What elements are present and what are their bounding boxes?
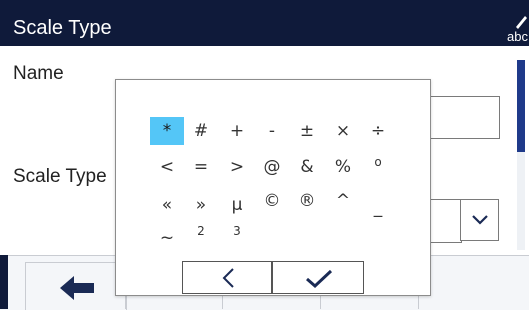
symbol-key[interactable]: o bbox=[361, 148, 395, 176]
footer-edge bbox=[0, 255, 8, 309]
chevron-down-icon bbox=[472, 215, 488, 225]
picker-back-button[interactable] bbox=[182, 261, 272, 294]
symbol-key[interactable]: 2 bbox=[184, 217, 218, 245]
pencil-icon bbox=[516, 16, 527, 29]
symbol-key[interactable]: _ bbox=[361, 194, 395, 222]
symbol-key[interactable]: = bbox=[184, 153, 218, 181]
symbol-key[interactable]: % bbox=[326, 153, 360, 181]
scale-type-label: Scale Type bbox=[13, 166, 107, 187]
symbol-key[interactable]: ^ bbox=[326, 187, 360, 215]
scrollbar-thumb[interactable] bbox=[517, 60, 525, 152]
checkmark-icon bbox=[306, 269, 333, 289]
keyboard-toggle-label: abc bbox=[507, 29, 528, 44]
symbol-key[interactable]: ± bbox=[290, 117, 324, 145]
symbol-key[interactable]: ® bbox=[290, 187, 324, 215]
symbol-key[interactable]: & bbox=[290, 153, 324, 181]
symbol-key[interactable]: * bbox=[150, 117, 184, 145]
symbol-key[interactable]: © bbox=[255, 187, 289, 215]
symbol-key[interactable]: « bbox=[150, 191, 184, 219]
symbol-key[interactable]: µ bbox=[220, 191, 254, 219]
symbol-key[interactable]: × bbox=[326, 117, 360, 145]
symbol-key[interactable]: - bbox=[255, 117, 289, 145]
symbol-key[interactable]: » bbox=[184, 191, 218, 219]
scale-type-dropdown-button[interactable] bbox=[460, 199, 499, 241]
arrow-left-icon bbox=[60, 276, 94, 300]
symbol-key[interactable]: 3 bbox=[220, 217, 254, 245]
chevron-left-icon bbox=[222, 268, 234, 288]
footer-back-button[interactable] bbox=[25, 262, 127, 310]
title-bar: Scale Type abc bbox=[0, 0, 529, 46]
keyboard-toggle-button[interactable]: abc bbox=[503, 14, 529, 44]
symbol-key[interactable]: ÷ bbox=[361, 117, 395, 145]
scrollbar[interactable] bbox=[517, 60, 525, 250]
name-label: Name bbox=[13, 63, 64, 84]
symbol-picker-popup: * # + - ± × ÷ < = > @ & % o « » µ © ® ^ … bbox=[115, 79, 431, 296]
symbol-key[interactable]: < bbox=[150, 153, 184, 181]
symbol-key[interactable]: @ bbox=[255, 153, 289, 181]
page-title: Scale Type bbox=[13, 17, 112, 39]
picker-confirm-button[interactable] bbox=[272, 261, 364, 294]
symbol-key[interactable]: > bbox=[220, 153, 254, 181]
symbol-key[interactable]: # bbox=[184, 117, 218, 145]
symbol-key[interactable]: ~ bbox=[150, 224, 184, 252]
symbol-key[interactable]: + bbox=[220, 117, 254, 145]
